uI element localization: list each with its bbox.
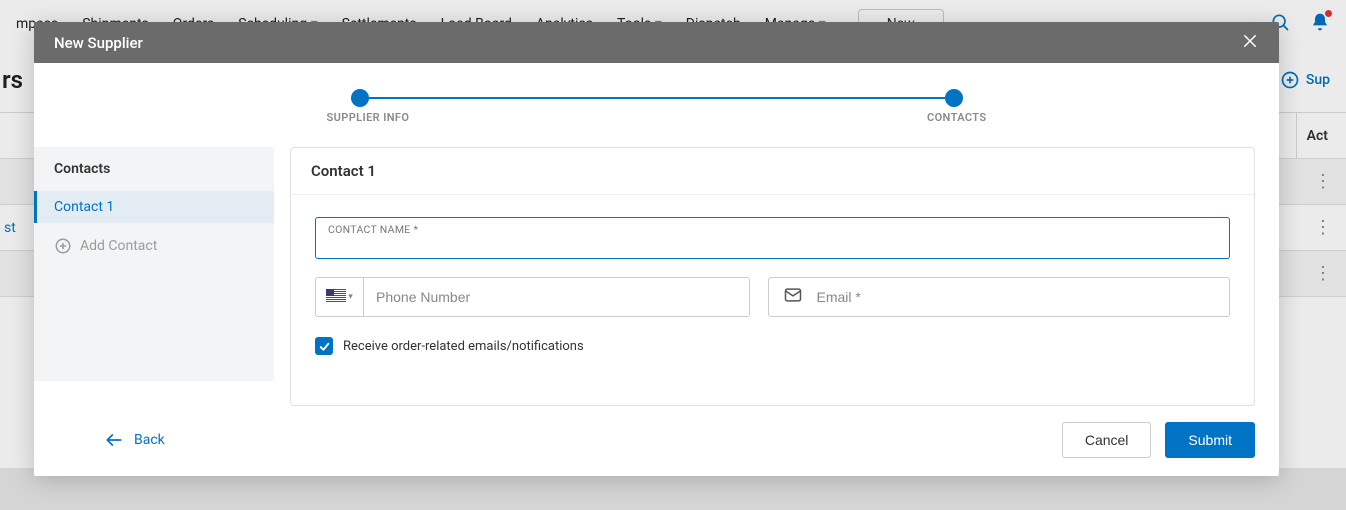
contacts-sidebar: Contacts Contact 1 Add Contact <box>34 147 274 381</box>
country-code-selector[interactable]: ▾ <box>316 278 364 316</box>
contact-name-input[interactable] <box>316 218 1229 258</box>
new-supplier-modal: New Supplier SUPPLIER INFO CONTACTS Cont… <box>34 22 1279 476</box>
receive-emails-label: Receive order-related emails/notificatio… <box>343 339 584 354</box>
contact-name-field[interactable]: CONTACT NAME * <box>315 217 1230 259</box>
back-button[interactable]: Back <box>104 430 165 450</box>
modal-header: New Supplier <box>34 22 1279 63</box>
sidebar-item-contact-1[interactable]: Contact 1 <box>34 191 274 223</box>
chevron-down-icon: ▾ <box>348 292 353 302</box>
cancel-button[interactable]: Cancel <box>1062 422 1152 458</box>
add-contact-button[interactable]: Add Contact <box>34 223 274 269</box>
back-label: Back <box>134 432 165 448</box>
receive-emails-checkbox[interactable] <box>315 337 333 355</box>
phone-field: ▾ <box>315 277 750 317</box>
phone-input[interactable] <box>364 278 749 316</box>
add-contact-label: Add Contact <box>80 238 157 254</box>
email-icon <box>783 285 803 309</box>
submit-button[interactable]: Submit <box>1165 422 1255 458</box>
sidebar-title: Contacts <box>34 161 274 191</box>
email-field <box>768 277 1231 317</box>
flag-us-icon <box>326 289 346 305</box>
contact-form-panel: Contact 1 CONTACT NAME * <box>290 147 1255 406</box>
email-input[interactable] <box>817 289 1216 305</box>
modal-title: New Supplier <box>54 34 143 52</box>
stepper-dot-supplier-info <box>351 89 369 107</box>
stepper: SUPPLIER INFO CONTACTS <box>34 63 1279 117</box>
stepper-label-contacts: CONTACTS <box>927 111 987 124</box>
stepper-label-supplier-info: SUPPLIER INFO <box>327 111 410 124</box>
contact-panel-header: Contact 1 <box>291 148 1254 195</box>
stepper-dot-contacts <box>945 89 963 107</box>
contact-name-label: CONTACT NAME * <box>328 223 418 236</box>
close-icon[interactable] <box>1241 32 1259 54</box>
